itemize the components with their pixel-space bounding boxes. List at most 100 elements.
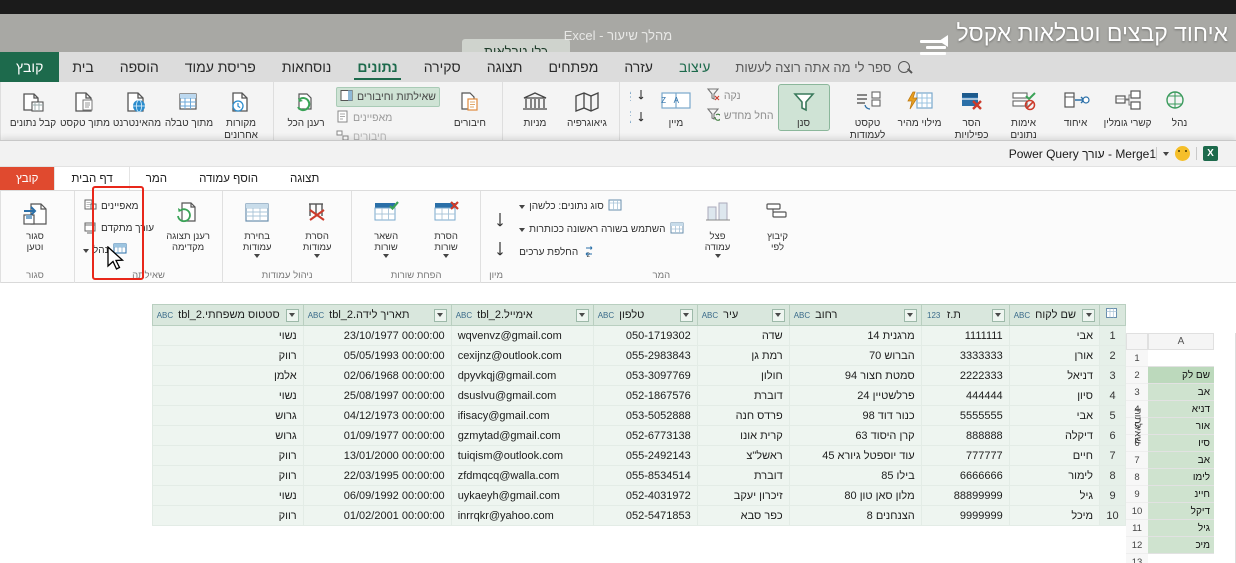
ribbon-item-clear-filter[interactable]: נקה bbox=[706, 87, 774, 104]
row-number-cell[interactable]: 7 bbox=[1099, 445, 1126, 466]
ribbon-button-stocks[interactable]: מניות bbox=[509, 84, 561, 130]
table-row[interactable]: 2 אורן 3333333 הברוש 70 רמת גן 055-2983843 cex… bbox=[151, 345, 1126, 366]
table-cell[interactable]: 5555555 bbox=[920, 405, 1010, 426]
table-cell[interactable]: רווק bbox=[151, 345, 304, 366]
chevron-down-icon[interactable] bbox=[254, 253, 261, 258]
column-filter-dropdown-icon[interactable] bbox=[771, 308, 785, 322]
table-cell[interactable]: uykaeyh@gmail.com bbox=[450, 485, 594, 506]
row-number-cell[interactable]: 8 bbox=[1099, 465, 1126, 486]
pq-item-properties[interactable]: מאפיינים bbox=[83, 198, 154, 215]
ribbon-item-reapply-filter[interactable]: החל מחדש bbox=[706, 107, 774, 124]
table-row[interactable]: 4 סיון 444444 פרלשטיין 24 דוברת 052-1867576 ds… bbox=[151, 385, 1126, 406]
table-cell[interactable]: לימור bbox=[1008, 465, 1101, 486]
sheet-cell[interactable]: דיקל bbox=[1148, 503, 1214, 520]
column-filter-dropdown-icon[interactable] bbox=[575, 308, 589, 322]
table-cell[interactable]: 777777 bbox=[920, 445, 1010, 466]
table-cell[interactable]: 25/08/1997 00:00:00 bbox=[302, 385, 452, 406]
table-cell[interactable]: 444444 bbox=[920, 385, 1010, 406]
table-cell[interactable]: גרוש bbox=[151, 405, 304, 426]
table-cell[interactable]: 888888 bbox=[920, 425, 1010, 446]
pq-item-replace-values[interactable]: החלפת ערכים 12 bbox=[519, 244, 683, 261]
table-cell[interactable]: שדה bbox=[696, 325, 790, 346]
table-row[interactable]: 7 חיים 777777 עוד יוספטל גיורא 45 ראשל"צ 055-… bbox=[151, 445, 1126, 466]
table-cell[interactable]: 02/06/1968 00:00:00 bbox=[302, 365, 452, 386]
table-cell[interactable]: 13/01/2000 00:00:00 bbox=[302, 445, 452, 466]
table-row[interactable]: 8 לימור 6666666 בילו 85 דוברת 055-8534514 zfdm… bbox=[151, 465, 1126, 486]
excel-tab-home[interactable]: בית bbox=[59, 52, 106, 82]
table-cell[interactable]: רווק bbox=[151, 465, 304, 486]
row-number[interactable]: 7 bbox=[1126, 452, 1148, 469]
row-number-cell[interactable]: 5 bbox=[1099, 405, 1126, 426]
ribbon-item-queries-connections[interactable]: שאילתות וחיבורים bbox=[336, 87, 440, 107]
excel-tab-file[interactable]: קובץ bbox=[0, 52, 60, 82]
table-cell[interactable]: הצנחנים 8 bbox=[788, 505, 922, 526]
hamburger-menu-icon[interactable] bbox=[918, 22, 949, 55]
table-cell[interactable]: 052-1867576 bbox=[592, 385, 698, 406]
ribbon-button-manage-model[interactable]: נהל bbox=[1154, 84, 1206, 130]
header-phone[interactable]: ABC טלפון bbox=[592, 304, 698, 326]
sheet-cell[interactable]: סיו bbox=[1148, 435, 1214, 452]
table-cell[interactable]: 053-3097769 bbox=[592, 365, 698, 386]
table-cell[interactable]: 04/12/1973 00:00:00 bbox=[302, 405, 452, 426]
table-cell[interactable]: dpyvkqj@gmail.com bbox=[450, 365, 594, 386]
excel-tab-review[interactable]: סקירה bbox=[411, 52, 474, 82]
table-cell[interactable]: בילו 85 bbox=[788, 465, 922, 486]
table-cell[interactable]: 052-4031972 bbox=[592, 485, 698, 506]
row-number[interactable]: 10 bbox=[1126, 503, 1148, 520]
table-cell[interactable]: 1111111 bbox=[920, 325, 1010, 346]
table-cell[interactable]: gzmytad@gmail.com bbox=[450, 425, 594, 446]
column-filter-dropdown-icon[interactable] bbox=[679, 308, 693, 322]
row-number-cell[interactable]: 9 bbox=[1099, 485, 1126, 506]
table-cell[interactable]: נשוי bbox=[151, 325, 304, 346]
row-number-cell[interactable]: 3 bbox=[1099, 365, 1126, 386]
pq-item-advanced-editor[interactable]: עורך מתקדם bbox=[83, 220, 154, 237]
table-cell[interactable]: 055-2983843 bbox=[592, 345, 698, 366]
table-cell[interactable]: עוד יוספטל גיורא 45 bbox=[788, 445, 922, 466]
table-cell[interactable]: חיים bbox=[1008, 445, 1101, 466]
table-cell[interactable]: כנור דוד 98 bbox=[788, 405, 922, 426]
table-cell[interactable]: קרית אונו bbox=[696, 425, 790, 446]
sheet-cell[interactable]: מיכ bbox=[1148, 537, 1214, 554]
table-cell[interactable]: קרן היסוד 63 bbox=[788, 425, 922, 446]
table-cell[interactable]: רמת גן bbox=[696, 345, 790, 366]
sheet-cell[interactable]: אב bbox=[1148, 452, 1214, 469]
ribbon-button-relationships[interactable]: קשרי גומלין bbox=[1102, 84, 1154, 130]
pq-button-sort-ascending[interactable]: AZ bbox=[481, 211, 506, 234]
row-number[interactable]: 3 bbox=[1126, 384, 1148, 401]
table-cell[interactable]: מלון סאן טון 80 bbox=[788, 485, 922, 506]
pq-button-group-by[interactable]: קיבוץ לפי bbox=[749, 194, 807, 254]
table-cell[interactable]: wqvenvz@gmail.com bbox=[450, 325, 594, 346]
ribbon-button-get-data[interactable]: קבל נתונים bbox=[7, 84, 59, 130]
header-marital-status[interactable]: ABC סטטוס משפחתי.tbl_2 bbox=[151, 304, 304, 326]
table-cell[interactable]: 9999999 bbox=[920, 505, 1010, 526]
column-filter-dropdown-icon[interactable] bbox=[433, 308, 447, 322]
chevron-down-icon[interactable] bbox=[443, 253, 450, 258]
smiley-icon[interactable] bbox=[1175, 146, 1190, 161]
table-row[interactable]: 10 מיכל 9999999 הצנחנים 8 כפר סבא 052-5471853… bbox=[151, 505, 1126, 526]
ribbon-button-refresh-all[interactable]: רענן הכל bbox=[280, 84, 332, 130]
sheet-cell[interactable]: אב bbox=[1148, 384, 1214, 401]
table-row[interactable]: 6 דיקלה 888888 קרן היסוד 63 קרית אונו 052-677… bbox=[151, 425, 1126, 446]
excel-tab-developer[interactable]: מפתחים bbox=[535, 52, 611, 82]
row-number[interactable]: 1 bbox=[1126, 350, 1148, 367]
row-number-cell[interactable]: 1 bbox=[1099, 325, 1126, 346]
pq-tab-file[interactable]: קובץ bbox=[0, 167, 55, 190]
pq-item-data-type[interactable]: סוג נתונים: כלשהן bbox=[519, 198, 683, 215]
row-number-cell[interactable]: 10 bbox=[1099, 505, 1126, 526]
row-number-cell[interactable]: 4 bbox=[1099, 385, 1126, 406]
row-number[interactable]: 2 bbox=[1126, 367, 1148, 384]
excel-tab-formulas[interactable]: נוסחאות bbox=[269, 52, 344, 82]
table-cell[interactable]: 22/03/1995 00:00:00 bbox=[302, 465, 452, 486]
table-cell[interactable]: 055-8534514 bbox=[592, 465, 698, 486]
table-cell[interactable]: סיון bbox=[1008, 385, 1101, 406]
sheet-cell[interactable]: לימו bbox=[1148, 469, 1214, 486]
table-cell[interactable]: דניאל bbox=[1008, 365, 1101, 386]
ribbon-item-sort-az[interactable]: AZ bbox=[627, 87, 646, 106]
ribbon-button-connections-big[interactable]: חיבורים bbox=[444, 84, 496, 130]
table-cell[interactable]: אורן bbox=[1008, 345, 1101, 366]
table-cell[interactable]: 6666666 bbox=[920, 465, 1010, 486]
pq-button-remove-rows[interactable]: הסרת שורות bbox=[417, 194, 475, 258]
sheet-cell[interactable]: אור bbox=[1148, 418, 1214, 435]
ribbon-button-data-validation[interactable]: אימות נתונים bbox=[998, 84, 1050, 141]
sheet-cell[interactable]: דניא bbox=[1148, 401, 1214, 418]
